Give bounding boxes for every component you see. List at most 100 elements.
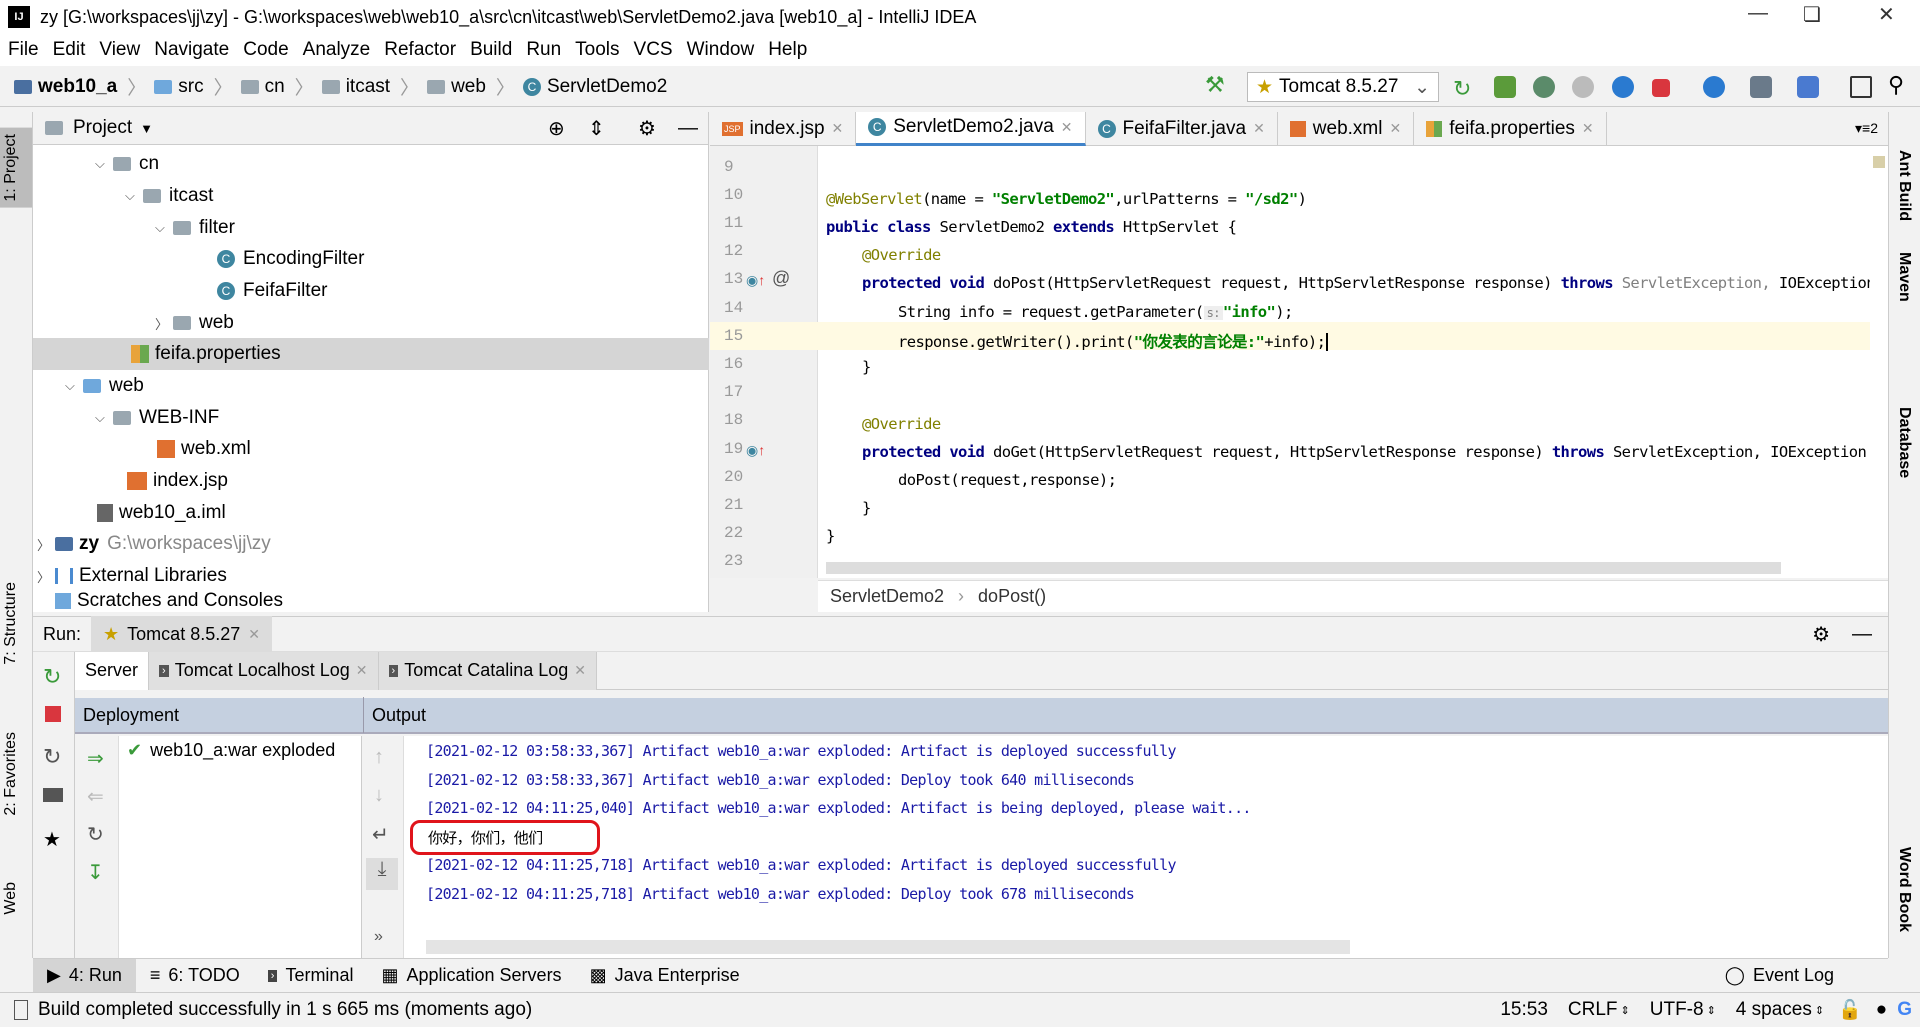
down-arrow-icon[interactable]: ↓ xyxy=(374,784,384,807)
tool-tab-java-enterprise[interactable]: ▩ Java Enterprise xyxy=(576,959,754,993)
menu-file[interactable]: File xyxy=(8,39,39,61)
tool-window-structure[interactable]: 7: Structure xyxy=(2,582,20,665)
tab-server[interactable]: Server xyxy=(75,651,150,690)
close-tab-icon[interactable]: ✕ xyxy=(574,662,586,679)
tool-window-database[interactable]: Database xyxy=(1895,407,1913,478)
menu-code[interactable]: Code xyxy=(243,39,288,61)
horizontal-scrollbar[interactable] xyxy=(426,940,1350,954)
more-button[interactable]: » xyxy=(374,928,383,946)
tab-feifa-properties[interactable]: feifa.properties ✕ xyxy=(1414,111,1607,146)
chevron-down-icon[interactable]: ▼ xyxy=(140,121,153,136)
stop-icon[interactable] xyxy=(1652,79,1670,97)
line-separator[interactable]: CRLF xyxy=(1568,999,1618,1021)
code-editor[interactable]: @WebServlet(name = "ServletDemo2",urlPat… xyxy=(818,146,1870,578)
presentation-icon[interactable] xyxy=(1850,76,1872,98)
settings-sync-icon[interactable] xyxy=(1703,76,1725,98)
deployment-item[interactable]: ✔ web10_a:war exploded xyxy=(127,740,335,761)
menu-help[interactable]: Help xyxy=(768,39,807,61)
refresh-icon[interactable]: ↻ xyxy=(87,822,104,847)
tab-list-button[interactable]: ▾≡2 xyxy=(1855,120,1878,137)
tree-item-zy[interactable]: 〉 zy G:\workspaces\jj\zy xyxy=(33,528,709,560)
lock-icon[interactable]: 🔓 xyxy=(1838,998,1862,1022)
update-icon[interactable] xyxy=(1612,76,1634,98)
profile-icon[interactable] xyxy=(1572,76,1594,98)
tree-item-filter[interactable]: ⌵ filter xyxy=(33,212,709,244)
tree-item-web-package[interactable]: 〉 web xyxy=(33,307,709,339)
tree-item-iml[interactable]: web10_a.iml xyxy=(33,497,709,529)
status-message[interactable]: Build completed successfully in 1 s 665 … xyxy=(38,999,532,1021)
tool-window-word-book[interactable]: Word Book xyxy=(1895,847,1913,932)
tool-window-project[interactable]: 1: Project xyxy=(0,128,32,208)
rerun-icon[interactable]: ↻ xyxy=(43,664,63,689)
layout-icon[interactable] xyxy=(43,788,63,802)
menu-refactor[interactable]: Refactor xyxy=(384,39,456,61)
close-tab-icon[interactable]: ✕ xyxy=(1582,120,1594,137)
breadcrumb-web[interactable]: web 〉 xyxy=(427,73,515,100)
toggle-tool-windows-icon[interactable] xyxy=(14,1000,28,1020)
menu-window[interactable]: Window xyxy=(687,39,755,61)
inspector-icon[interactable]: ● xyxy=(1876,999,1887,1021)
close-tab-icon[interactable]: ✕ xyxy=(248,626,260,643)
project-view-select[interactable]: Project xyxy=(73,117,132,139)
tab-servletdemo2[interactable]: C ServletDemo2.java ✕ xyxy=(856,111,1086,146)
tool-window-ant-build[interactable]: Ant Build xyxy=(1895,150,1913,221)
project-structure-icon[interactable] xyxy=(1750,76,1772,98)
maximize-icon[interactable]: ❏ xyxy=(1803,2,1821,27)
breadcrumb-class[interactable]: ServletDemo2 xyxy=(830,586,944,607)
locate-icon[interactable]: ⊕ xyxy=(548,116,565,141)
close-tab-icon[interactable]: ✕ xyxy=(1389,120,1401,137)
tree-item-external-libraries[interactable]: 〉 External Libraries xyxy=(33,560,709,592)
menu-run[interactable]: Run xyxy=(526,39,561,61)
tree-item-scratches[interactable]: Scratches and Consoles xyxy=(33,590,709,612)
gear-icon[interactable]: ⚙ xyxy=(638,116,656,141)
tree-item-itcast[interactable]: ⌵ itcast xyxy=(33,180,709,212)
caret-position[interactable]: 15:53 xyxy=(1500,999,1548,1021)
tool-window-web[interactable]: Web xyxy=(2,882,20,915)
tool-tab-todo[interactable]: ≡ 6: TODO xyxy=(136,959,254,993)
tab-index-jsp[interactable]: JSP index.jsp ✕ xyxy=(710,111,857,146)
close-tab-icon[interactable]: ✕ xyxy=(1061,119,1073,136)
stop-icon[interactable] xyxy=(45,706,61,722)
indent-setting[interactable]: 4 spaces xyxy=(1736,999,1812,1021)
update-icon[interactable]: ↻ xyxy=(43,744,63,769)
tab-catalina-log[interactable]: › Tomcat Catalina Log ✕ xyxy=(378,651,598,690)
breadcrumb-cn[interactable]: cn 〉 xyxy=(240,73,314,100)
tool-window-maven[interactable]: Maven xyxy=(1895,252,1913,302)
build-hammer-icon[interactable]: ⚒ xyxy=(1205,72,1225,98)
pin-icon[interactable] xyxy=(43,838,63,858)
menu-tools[interactable]: Tools xyxy=(575,39,619,61)
breadcrumb-itcast[interactable]: itcast 〉 xyxy=(321,73,419,100)
hide-icon[interactable]: — xyxy=(1852,623,1872,646)
file-encoding[interactable]: UTF-8 xyxy=(1650,999,1704,1021)
close-icon[interactable]: ✕ xyxy=(1878,2,1895,27)
console-output[interactable]: [2021-02-12 03:58:33,367] Artifact web10… xyxy=(404,736,1888,958)
run-tab-tomcat[interactable]: ★ Tomcat 8.5.27 ✕ xyxy=(91,616,272,652)
annotation-icon[interactable]: @ xyxy=(772,268,790,289)
close-tab-icon[interactable]: ✕ xyxy=(356,662,368,679)
tree-item-feifa-properties[interactable]: feifa.properties xyxy=(33,338,709,370)
tab-feifafilter[interactable]: C FeifaFilter.java ✕ xyxy=(1086,111,1278,146)
tree-item-encodingfilter[interactable]: C EncodingFilter xyxy=(33,243,709,275)
run-coverage-icon[interactable] xyxy=(1533,76,1555,98)
tool-tab-application-servers[interactable]: ▦ Application Servers xyxy=(367,959,575,993)
google-translate-icon[interactable]: G xyxy=(1897,999,1912,1021)
tree-item-web-inf[interactable]: ⌵ WEB-INF xyxy=(33,402,709,434)
tree-item-web[interactable]: ⌵ web xyxy=(33,370,709,402)
breadcrumb-method[interactable]: doPost() xyxy=(978,586,1046,607)
horizontal-scrollbar[interactable] xyxy=(826,562,1781,574)
tree-item-index-jsp[interactable]: index.jsp xyxy=(33,465,709,497)
tree-item-web-xml[interactable]: web.xml xyxy=(33,433,709,465)
debug-icon[interactable] xyxy=(1494,76,1516,98)
gear-icon[interactable]: ⚙ xyxy=(1812,622,1830,647)
hide-icon[interactable]: — xyxy=(678,117,698,140)
undeploy-icon[interactable]: ⇐ xyxy=(87,784,104,809)
implements-method-icon[interactable]: ◉↑ xyxy=(746,272,765,289)
menu-view[interactable]: View xyxy=(99,39,140,61)
tab-localhost-log[interactable]: › Tomcat Localhost Log ✕ xyxy=(149,651,379,690)
menu-edit[interactable]: Edit xyxy=(53,39,86,61)
run-configuration-select[interactable]: ★ Tomcat 8.5.27 ⌄ xyxy=(1247,72,1439,102)
scroll-to-end-icon[interactable]: ⤓ xyxy=(366,858,398,890)
menu-build[interactable]: Build xyxy=(470,39,512,61)
breadcrumb-project[interactable]: web10_a 〉 xyxy=(14,73,146,100)
translate-icon[interactable] xyxy=(1797,76,1819,98)
